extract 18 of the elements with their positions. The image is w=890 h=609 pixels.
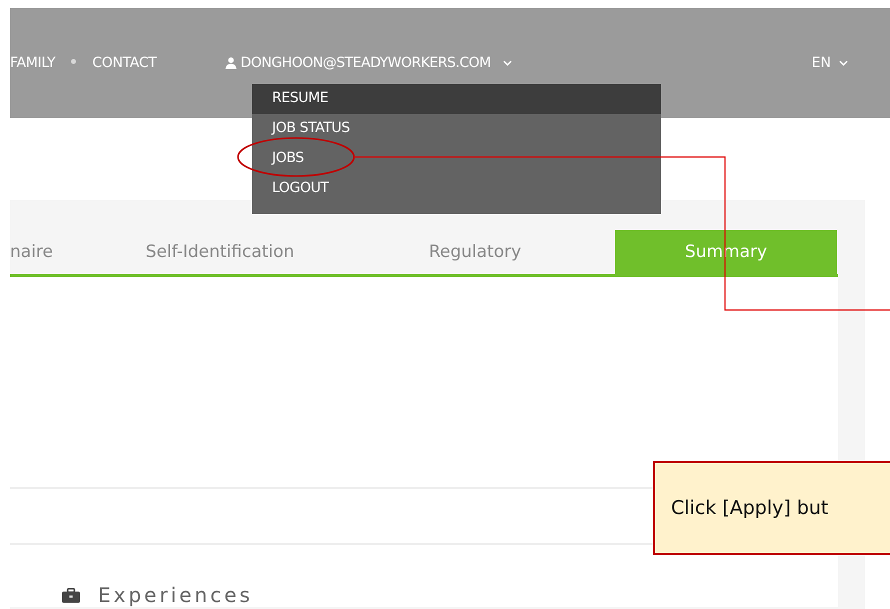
tab[interactable]: Regulatory	[335, 230, 615, 274]
briefcase-icon	[62, 588, 80, 602]
caret-icon	[839, 60, 848, 66]
callout-note: Click [Apply] but	[653, 461, 890, 555]
menu-item[interactable]: LOGOUT	[252, 174, 661, 204]
menu-item[interactable]: JOBS	[252, 144, 661, 174]
tab[interactable]: naire	[10, 230, 105, 274]
caret-icon	[502, 60, 512, 66]
nav-link[interactable]: CONTACT	[92, 55, 157, 71]
menu-item[interactable]: RESUME	[252, 84, 661, 114]
separator-dot-icon	[71, 59, 76, 64]
section-title: Experiences	[98, 583, 253, 607]
nav-link[interactable]: FAMILY	[10, 55, 56, 71]
language-selector[interactable]: EN	[812, 55, 848, 71]
user-icon	[224, 57, 237, 69]
menu-item[interactable]: JOB STATUS	[252, 114, 661, 144]
tab[interactable]: Self-Identification	[105, 230, 335, 274]
user-menu-toggle[interactable]: DONGHOON@STEADYWORKERS.COM	[224, 55, 512, 71]
